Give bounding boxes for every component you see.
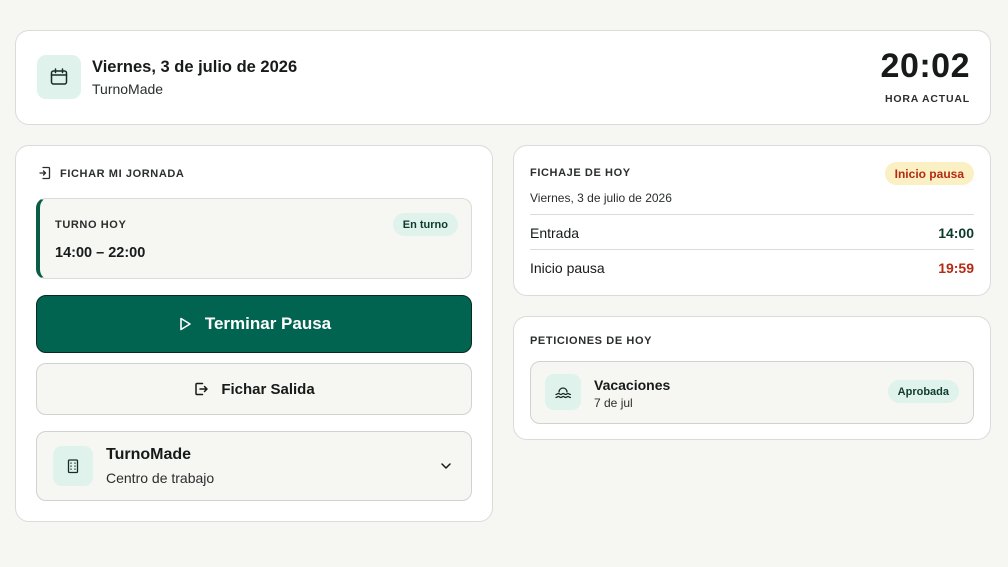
end-break-label: Terminar Pausa xyxy=(204,314,332,333)
request-item[interactable]: Vacaciones 7 de jul Aprobada xyxy=(530,361,974,424)
beach-icon-tile xyxy=(545,374,581,410)
today-clock-in-card: FICHAJE DE HOY Inicio pausa Viernes, 3 d… xyxy=(513,145,991,296)
record-label: Inicio pausa xyxy=(530,260,605,276)
workplace-name: TurnoMade xyxy=(106,446,192,463)
requests-title: PETICIONES DE HOY xyxy=(530,335,653,347)
clock-in-title: FICHAR MI JORNADA xyxy=(60,168,185,180)
exit-icon xyxy=(195,382,209,396)
shift-status-badge: En turno xyxy=(392,213,458,236)
workplace-subtitle: Centro de trabajo xyxy=(106,470,215,486)
header-card: Viernes, 3 de julio de 2026 TurnoMade 20… xyxy=(15,30,991,125)
play-icon xyxy=(180,317,191,331)
record-row-entry: Entrada 14:00 xyxy=(530,214,974,248)
request-date: 7 de jul xyxy=(594,396,633,410)
end-break-button[interactable]: Terminar Pausa xyxy=(36,295,472,353)
shift-time: 14:00 – 22:00 xyxy=(55,245,146,261)
header-date: Viernes, 3 de julio de 2026 xyxy=(92,58,298,76)
current-time: 20:02 xyxy=(880,47,970,85)
building-icon xyxy=(67,459,79,474)
record-value: 19:59 xyxy=(938,260,974,276)
request-status-badge: Aprobada xyxy=(887,380,959,403)
calendar-icon xyxy=(50,68,68,85)
record-value: 14:00 xyxy=(938,225,974,241)
clock-in-card: FICHAR MI JORNADA TURNO HOY 14:00 – 22:0… xyxy=(15,145,493,522)
today-title: FICHAJE DE HOY xyxy=(530,167,631,179)
workplace-selector[interactable]: TurnoMade Centro de trabajo xyxy=(36,431,472,501)
request-name: Vacaciones xyxy=(594,377,671,393)
beach-icon xyxy=(555,387,572,399)
requests-card: PETICIONES DE HOY Vacaciones 7 de jul Ap… xyxy=(513,316,991,440)
calendar-icon-tile xyxy=(37,55,81,99)
today-date: Viernes, 3 de julio de 2026 xyxy=(530,191,672,205)
clock-out-label: Fichar Salida xyxy=(221,380,315,398)
shift-today-box: TURNO HOY 14:00 – 22:00 En turno xyxy=(36,198,472,279)
chevron-down-icon[interactable] xyxy=(439,459,453,473)
clock-in-icon xyxy=(39,166,51,180)
record-label: Entrada xyxy=(530,225,580,241)
building-icon-tile xyxy=(53,446,93,486)
current-time-label: HORA ACTUAL xyxy=(884,93,970,105)
shift-label: TURNO HOY xyxy=(55,219,127,231)
clock-out-button[interactable]: Fichar Salida xyxy=(36,363,472,415)
header-app-name: TurnoMade xyxy=(92,81,164,97)
record-row-break-start: Inicio pausa 19:59 xyxy=(530,249,974,283)
today-status-badge: Inicio pausa xyxy=(884,162,974,185)
